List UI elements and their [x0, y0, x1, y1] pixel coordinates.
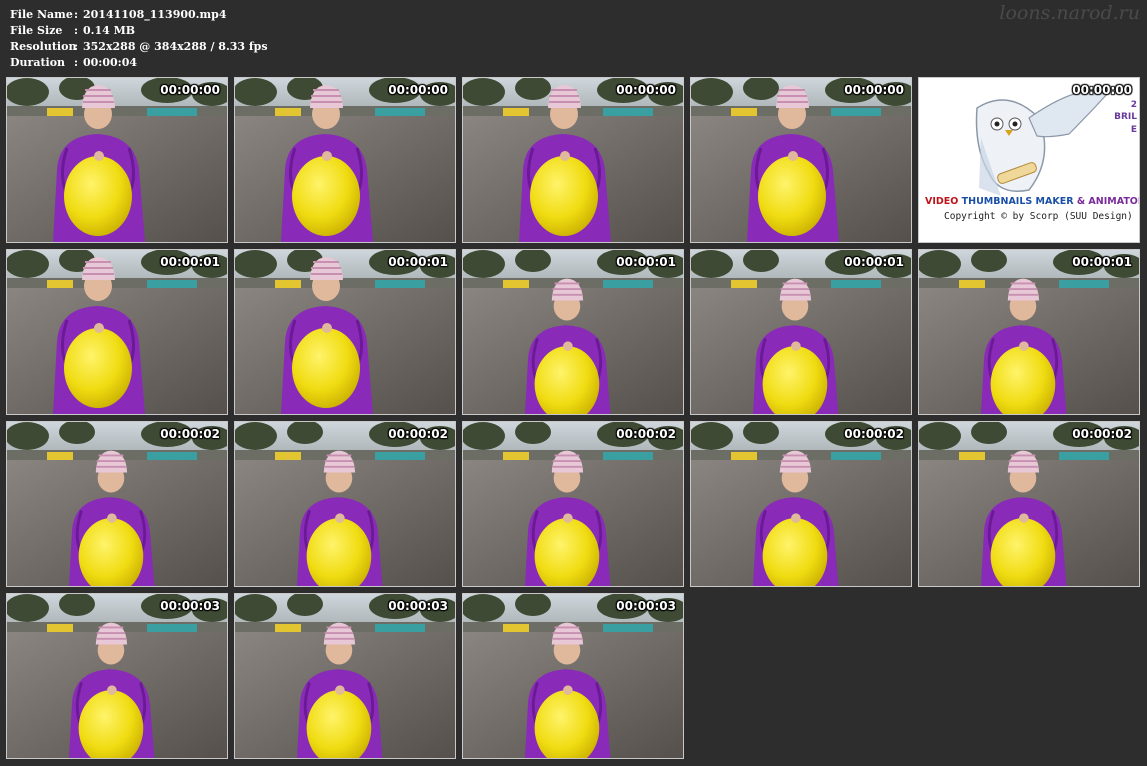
frame-image: [235, 594, 455, 758]
frame-timestamp: 00:00:00: [1072, 83, 1132, 97]
frame-timestamp: 00:00:01: [616, 255, 676, 269]
logo-side-text: BRIL: [1114, 112, 1137, 122]
frame-image: [691, 250, 911, 414]
video-thumbnail[interactable]: 00:00:00: [234, 77, 456, 243]
video-thumbnail[interactable]: 00:00:00: [6, 77, 228, 243]
info-value: 352x288 @ 384x288 / 8.33 fps: [83, 40, 268, 53]
frame-timestamp: 00:00:02: [616, 427, 676, 441]
frame-image: [463, 422, 683, 586]
info-value: 00:00:04: [83, 56, 138, 69]
info-key: File Size: [10, 24, 63, 37]
frame-timestamp: 00:00:03: [160, 599, 220, 613]
logo-title: VIDEO THUMBNAILS MAKER & ANIMATOR: [925, 196, 1140, 207]
info-separator: :: [74, 24, 79, 37]
video-thumbnail[interactable]: 00:00:02: [462, 421, 684, 587]
frame-image: [919, 422, 1139, 586]
frame-timestamp: 00:00:01: [1072, 255, 1132, 269]
frame-timestamp: 00:00:03: [388, 599, 448, 613]
video-thumbnail[interactable]: 00:00:01: [234, 249, 456, 415]
video-thumbnail[interactable]: 00:00:01: [462, 249, 684, 415]
info-value: 20141108_113900.mp4: [83, 8, 227, 21]
frame-image: [7, 422, 227, 586]
logo-copyright: Copyright © by Scorp (SUU Design): [944, 211, 1133, 222]
video-thumbnail[interactable]: 00:00:01: [918, 249, 1140, 415]
frame-timestamp: 00:00:02: [844, 427, 904, 441]
info-separator: :: [74, 8, 79, 21]
info-separator: :: [74, 56, 79, 69]
video-thumbnail[interactable]: 00:00:00: [690, 77, 912, 243]
file-info-panel: File Name : 20141108_113900.mp4 File Siz…: [10, 7, 268, 71]
logo-thumbnail[interactable]: 00:00:00 2 BRIL E VIDEO THUMBNAILS MAKER…: [918, 77, 1140, 243]
info-key: Resolution: [10, 40, 77, 53]
video-thumbnail[interactable]: 00:00:02: [918, 421, 1140, 587]
watermark-text: loons.narod.ru: [999, 2, 1140, 24]
info-row-file-size: File Size : 0.14 MB: [10, 23, 268, 39]
frame-timestamp: 00:00:02: [160, 427, 220, 441]
frame-image: [919, 250, 1139, 414]
frame-timestamp: 00:00:02: [1072, 427, 1132, 441]
frame-timestamp: 00:00:01: [844, 255, 904, 269]
info-key: Duration: [10, 56, 66, 69]
frame-timestamp: 00:00:01: [388, 255, 448, 269]
frame-image: [235, 422, 455, 586]
frame-timestamp: 00:00:00: [844, 83, 904, 97]
frame-image: [463, 594, 683, 758]
frame-timestamp: 00:00:00: [616, 83, 676, 97]
frame-image: [691, 422, 911, 586]
video-thumbnail[interactable]: 00:00:01: [6, 249, 228, 415]
video-thumbnail[interactable]: 00:00:00: [462, 77, 684, 243]
info-separator: :: [74, 40, 79, 53]
logo-side-text: E: [1130, 125, 1137, 135]
video-thumbnail[interactable]: 00:00:03: [234, 593, 456, 759]
frame-image: [235, 250, 455, 414]
video-thumbnail[interactable]: 00:00:01: [690, 249, 912, 415]
info-row-duration: Duration : 00:00:04: [10, 55, 268, 71]
frame-image: [463, 78, 683, 242]
info-row-resolution: Resolution : 352x288 @ 384x288 / 8.33 fp…: [10, 39, 268, 55]
frame-image: [235, 78, 455, 242]
frame-image: [7, 250, 227, 414]
video-thumbnail[interactable]: 00:00:02: [234, 421, 456, 587]
frame-timestamp: 00:00:02: [388, 427, 448, 441]
frame-timestamp: 00:00:00: [388, 83, 448, 97]
logo-side-text: 2: [1130, 100, 1137, 110]
frame-image: [7, 78, 227, 242]
video-thumbnail[interactable]: 00:00:03: [6, 593, 228, 759]
frame-timestamp: 00:00:03: [616, 599, 676, 613]
frame-image: [463, 250, 683, 414]
video-thumbnail[interactable]: 00:00:03: [462, 593, 684, 759]
info-value: 0.14 MB: [83, 24, 136, 37]
frame-timestamp: 00:00:01: [160, 255, 220, 269]
frame-image: [7, 594, 227, 758]
video-thumbnail[interactable]: 00:00:02: [6, 421, 228, 587]
video-thumbnail[interactable]: 00:00:02: [690, 421, 912, 587]
frame-image: [691, 78, 911, 242]
frame-timestamp: 00:00:00: [160, 83, 220, 97]
info-row-file-name: File Name : 20141108_113900.mp4: [10, 7, 268, 23]
info-key: File Name: [10, 8, 73, 21]
